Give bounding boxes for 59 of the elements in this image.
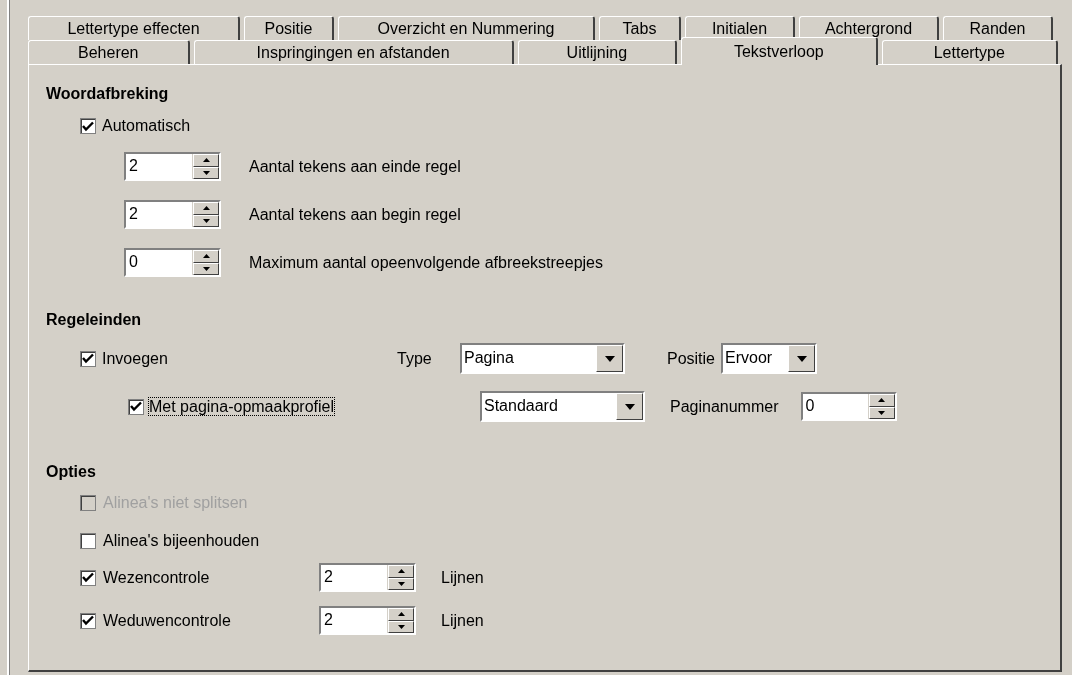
dropdown[interactable]: Ervoor	[721, 343, 817, 374]
field-label: Paginanummer	[670, 396, 779, 417]
spin-up-icon[interactable]	[868, 394, 895, 407]
spin-down-icon[interactable]	[868, 406, 895, 419]
tab[interactable]: Initialen	[685, 16, 795, 40]
field-label: Type	[397, 348, 433, 369]
spin-field[interactable]: 2	[319, 563, 416, 592]
spin-field[interactable]: 2	[124, 152, 221, 181]
section-heading: Regeleinden	[46, 310, 143, 330]
dropdown[interactable]: Standaard	[480, 391, 645, 422]
checkbox-label: Wezencontrole	[103, 568, 210, 586]
checkbox-label: Met pagina-opmaakprofiel	[149, 397, 334, 415]
spin-up-icon[interactable]	[388, 608, 414, 621]
spin-field[interactable]: 2	[124, 200, 221, 229]
checkbox[interactable]	[80, 569, 96, 586]
spin-down-icon[interactable]	[388, 620, 414, 633]
checkbox-label: Weduwencontrole	[103, 611, 231, 629]
field-label: Aantal tekens aan begin regel	[249, 204, 461, 225]
spin-field[interactable]: 0	[800, 392, 897, 421]
spin-field[interactable]: 2	[319, 606, 416, 635]
checkbox-label: Invoegen	[102, 348, 169, 369]
tab[interactable]: Beheren	[28, 40, 190, 64]
unit-label: Lijnen	[441, 610, 484, 631]
checkbox-label: Alinea's bijeenhouden	[103, 531, 260, 551]
dropdown[interactable]: Pagina	[460, 343, 625, 374]
field-label: Aantal tekens aan einde regel	[249, 156, 461, 177]
tab[interactable]: Tabs	[599, 16, 681, 40]
spin-up-icon[interactable]	[193, 154, 219, 167]
spin-field[interactable]: 0	[124, 248, 221, 277]
dropdown-arrow-icon[interactable]	[604, 355, 615, 362]
tab[interactable]: Overzicht en Nummering	[338, 16, 595, 40]
tab[interactable]: Inspringingen en afstanden	[193, 40, 514, 64]
section-heading: Opties	[46, 462, 97, 482]
unit-label: Lijnen	[441, 567, 484, 588]
checkbox[interactable]	[128, 398, 144, 415]
tab[interactable]: Lettertype	[881, 40, 1058, 64]
tab[interactable]: Randen	[943, 16, 1053, 40]
tab[interactable]: Achtergrond	[799, 16, 939, 40]
checkbox[interactable]	[80, 350, 96, 367]
tab[interactable]: Uitlijning	[517, 40, 678, 64]
checkbox[interactable]	[80, 118, 96, 134]
tab[interactable]: Positie	[244, 16, 334, 40]
spin-up-icon[interactable]	[193, 250, 219, 263]
section-heading: Woordafbreking	[46, 84, 170, 104]
tab[interactable]: Lettertype effecten	[28, 16, 240, 40]
checkbox[interactable]	[80, 612, 96, 629]
tab[interactable]: Tekstverloop	[681, 37, 878, 65]
dropdown-arrow-icon[interactable]	[624, 403, 635, 410]
field-label: Positie	[665, 348, 715, 369]
checkbox[interactable]	[80, 533, 96, 549]
spin-up-icon[interactable]	[388, 565, 414, 578]
dropdown-arrow-icon[interactable]	[796, 355, 807, 362]
spin-down-icon[interactable]	[193, 214, 219, 227]
spin-up-icon[interactable]	[193, 202, 219, 215]
checkbox-label: Automatisch	[102, 116, 191, 136]
spin-down-icon[interactable]	[193, 262, 219, 275]
spin-down-icon[interactable]	[193, 166, 219, 179]
spin-down-icon[interactable]	[388, 577, 414, 590]
field-label: Maximum aantal opeenvolgende afbreekstreepjes	[249, 252, 603, 273]
